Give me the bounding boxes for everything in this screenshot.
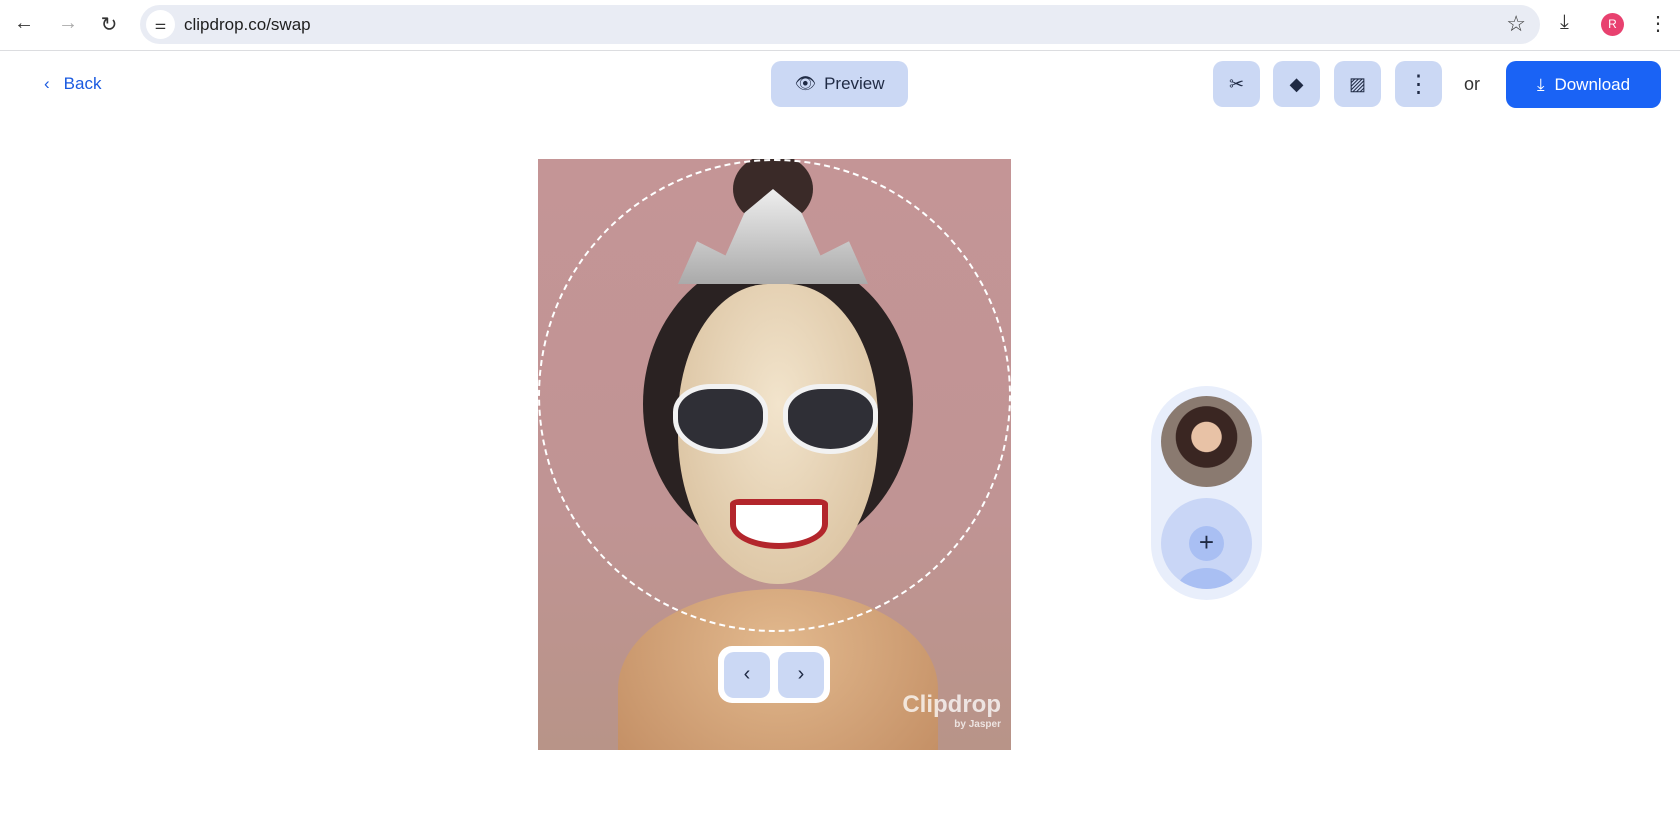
more-options-button[interactable]: ⋮ [1395,61,1442,107]
person-silhouette-icon [1176,568,1237,589]
preview-label: Preview [824,74,885,93]
add-face-button[interactable]: + [1161,498,1252,589]
or-label: or [1464,74,1481,94]
next-face-button[interactable]: › [778,651,824,698]
preview-button[interactable]: 👁 Preview [771,61,908,107]
chevron-left-icon: ‹ [44,74,50,93]
chevron-right-icon: › [797,663,805,685]
more-icon: ⋮ [1406,70,1431,98]
chevron-left-icon: ‹ [743,663,751,685]
back-label: Back [63,74,102,93]
face-source-panel: + [1151,386,1262,600]
downloads-icon[interactable]: ⤓ [1560,11,1569,34]
eye-icon: 👁 [794,74,817,93]
back-link[interactable]: ‹ Back [44,74,101,94]
forward-arrow-icon[interactable]: → [54,12,82,35]
eraser-icon: ◆ [1289,73,1304,94]
edit-image-icon: ▨ [1348,73,1366,94]
face-pager: ‹ › [718,646,830,703]
browser-toolbar: ← → ↻ ⚌ clipdrop.co/swap ☆ ⤓ R ⋮ [0,0,1680,51]
back-arrow-icon[interactable]: ← [10,12,38,35]
profile-avatar[interactable]: R [1601,13,1624,36]
clipdrop-watermark: Clipdrop by Jasper [902,691,1001,730]
download-label: Download [1554,74,1631,94]
reload-icon[interactable]: ↻ [95,12,123,37]
cutout-tool-button[interactable]: ✂ [1213,61,1260,107]
plus-icon: + [1189,526,1224,561]
face-selection-circle[interactable] [538,159,1011,632]
address-bar[interactable]: ⚌ clipdrop.co/swap ☆ [140,5,1540,44]
bookmark-star-icon[interactable]: ☆ [1506,11,1526,37]
url-text[interactable]: clipdrop.co/swap [184,15,311,35]
source-face-thumbnail[interactable] [1161,396,1252,487]
cut-icon: ✂ [1228,73,1245,94]
download-button[interactable]: ⤓ Download [1506,61,1661,108]
previous-face-button[interactable]: ‹ [724,651,770,698]
edit-image-tool-button[interactable]: ▨ [1334,61,1381,107]
download-icon: ⤓ [1536,74,1545,94]
browser-menu-icon[interactable]: ⋮ [1648,11,1668,36]
eraser-tool-button[interactable]: ◆ [1273,61,1320,107]
site-settings-icon[interactable]: ⚌ [146,10,175,39]
